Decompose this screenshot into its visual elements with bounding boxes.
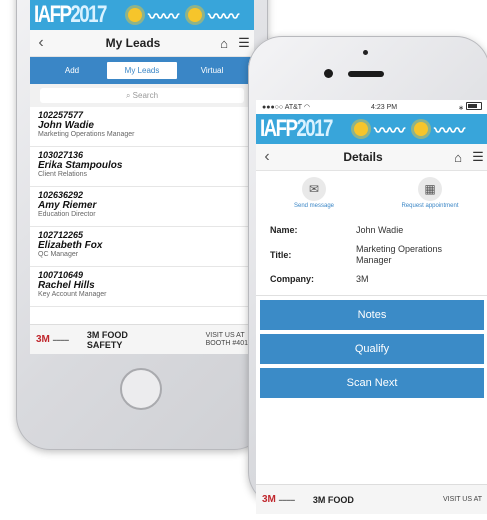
detail-company-row: Company: 3M — [270, 274, 369, 284]
home-icon[interactable]: ⌂ — [214, 36, 234, 51]
carrier-signal: ●●●○○ AT&T ◠ — [262, 104, 311, 111]
details-screen: ●●●○○ AT&T ◠ 4:23 PM ∗ IAFP2017 〰〰 〰〰 ‹ … — [256, 100, 487, 520]
sun-icon — [354, 122, 369, 136]
tab-virtual[interactable]: Virtual — [177, 62, 247, 79]
sponsor-visit: VISIT US AT BOOTH #401 — [205, 331, 248, 347]
sponsor-ad[interactable]: 3M ▬▬▬▬ 3M FOOD VISIT US AT — [256, 484, 487, 514]
sponsor-headline: 3M FOOD SAFETY — [86, 329, 128, 350]
list-item[interactable]: 100710649 Rachel Hills Key Account Manag… — [30, 267, 254, 307]
sponsor-logo: 3M — [262, 494, 276, 505]
scan-next-button[interactable]: Scan Next — [260, 368, 484, 398]
camera-icon — [324, 69, 333, 78]
search-input[interactable]: ⌕ Search — [40, 88, 244, 103]
event-banner: IAFP2017 〰〰 〰〰 — [30, 0, 254, 30]
battery-icon: ∗ — [458, 102, 482, 112]
leads-screen: IAFP2017 〰〰 〰〰 ‹ My Leads ⌂ ☰ Add My Lea… — [30, 0, 254, 354]
page-title: Details — [343, 150, 383, 164]
event-logo: IAFP2017 — [260, 115, 333, 142]
leads-navbar: ‹ My Leads ⌂ ☰ — [30, 30, 254, 57]
wifi-icon: ◠ — [303, 104, 311, 111]
wave-icon: 〰〰 — [434, 123, 465, 140]
menu-icon[interactable]: ☰ — [468, 149, 487, 165]
sensor-dot — [363, 50, 368, 55]
detail-title-row: Title: Marketing Operations Manager — [270, 244, 443, 265]
front-phone: ●●●○○ AT&T ◠ 4:23 PM ∗ IAFP2017 〰〰 〰〰 ‹ … — [248, 36, 487, 520]
status-bar: ●●●○○ AT&T ◠ 4:23 PM ∗ — [256, 100, 487, 114]
search-row: ⌕ Search — [30, 84, 254, 107]
sponsor-ad[interactable]: 3M ▬▬▬▬ 3M FOOD SAFETY VISIT US AT BOOTH #… — [30, 324, 254, 354]
leads-tabs: Add My Leads Virtual — [30, 57, 254, 84]
list-item[interactable]: 102636292 Amy Riemer Education Director — [30, 187, 254, 227]
list-item[interactable]: 102712265 Elizabeth Fox QC Manager — [30, 227, 254, 267]
back-chevron-icon[interactable]: ‹ — [30, 34, 52, 52]
back-phone: IAFP2017 〰〰 〰〰 ‹ My Leads ⌂ ☰ Add My Lea… — [16, 0, 268, 450]
wave-icon: 〰〰 — [374, 123, 405, 140]
back-chevron-icon[interactable]: ‹ — [256, 148, 278, 166]
wave-icon: 〰〰 — [208, 9, 239, 26]
menu-icon[interactable]: ☰ — [234, 35, 254, 51]
send-message-button[interactable]: ✉ Send message — [264, 177, 364, 209]
leads-list: 102257577 John Wadie Marketing Operation… — [30, 107, 254, 307]
bluetooth-icon: ∗ — [458, 105, 465, 112]
detail-name-row: Name: John Wadie — [270, 225, 404, 235]
details-navbar: ‹ Details ⌂ ☰ — [256, 144, 487, 171]
page-title: My Leads — [105, 36, 161, 50]
sponsor-visit: VISIT US AT — [442, 495, 482, 503]
status-time: 4:23 PM — [371, 103, 398, 111]
home-icon[interactable]: ⌂ — [448, 150, 468, 165]
home-button[interactable] — [120, 368, 162, 410]
qualify-button[interactable]: Qualify — [260, 334, 484, 364]
contact-actions: ✉ Send message ▦ Request appointment — [256, 171, 487, 211]
wave-icon: 〰〰 — [148, 9, 179, 26]
speaker-grille — [348, 71, 384, 77]
divider — [256, 295, 487, 296]
event-banner: IAFP2017 〰〰 〰〰 — [256, 114, 487, 144]
list-item[interactable]: 103027136 Erika Stampoulos Client Relati… — [30, 147, 254, 187]
sponsor-headline: 3M FOOD — [312, 494, 354, 505]
request-appointment-button[interactable]: ▦ Request appointment — [380, 177, 480, 209]
sun-icon — [188, 8, 203, 22]
list-item[interactable]: 102257577 John Wadie Marketing Operation… — [30, 107, 254, 147]
signal-icon: ●●●○○ — [262, 104, 284, 111]
tab-my-leads[interactable]: My Leads — [107, 62, 177, 79]
envelope-icon: ✉ — [302, 177, 326, 201]
calendar-icon: ▦ — [418, 177, 442, 201]
sponsor-logo: 3M — [36, 334, 50, 345]
sun-icon — [128, 8, 143, 22]
search-icon: ⌕ — [125, 91, 131, 100]
sponsor-tagline-mark: ▬▬▬▬ — [52, 337, 69, 342]
tab-add[interactable]: Add — [37, 62, 107, 79]
sun-icon — [414, 122, 429, 136]
sponsor-tagline-mark: ▬▬▬▬ — [278, 497, 295, 502]
event-logo: IAFP2017 — [34, 1, 107, 28]
notes-button[interactable]: Notes — [260, 300, 484, 330]
